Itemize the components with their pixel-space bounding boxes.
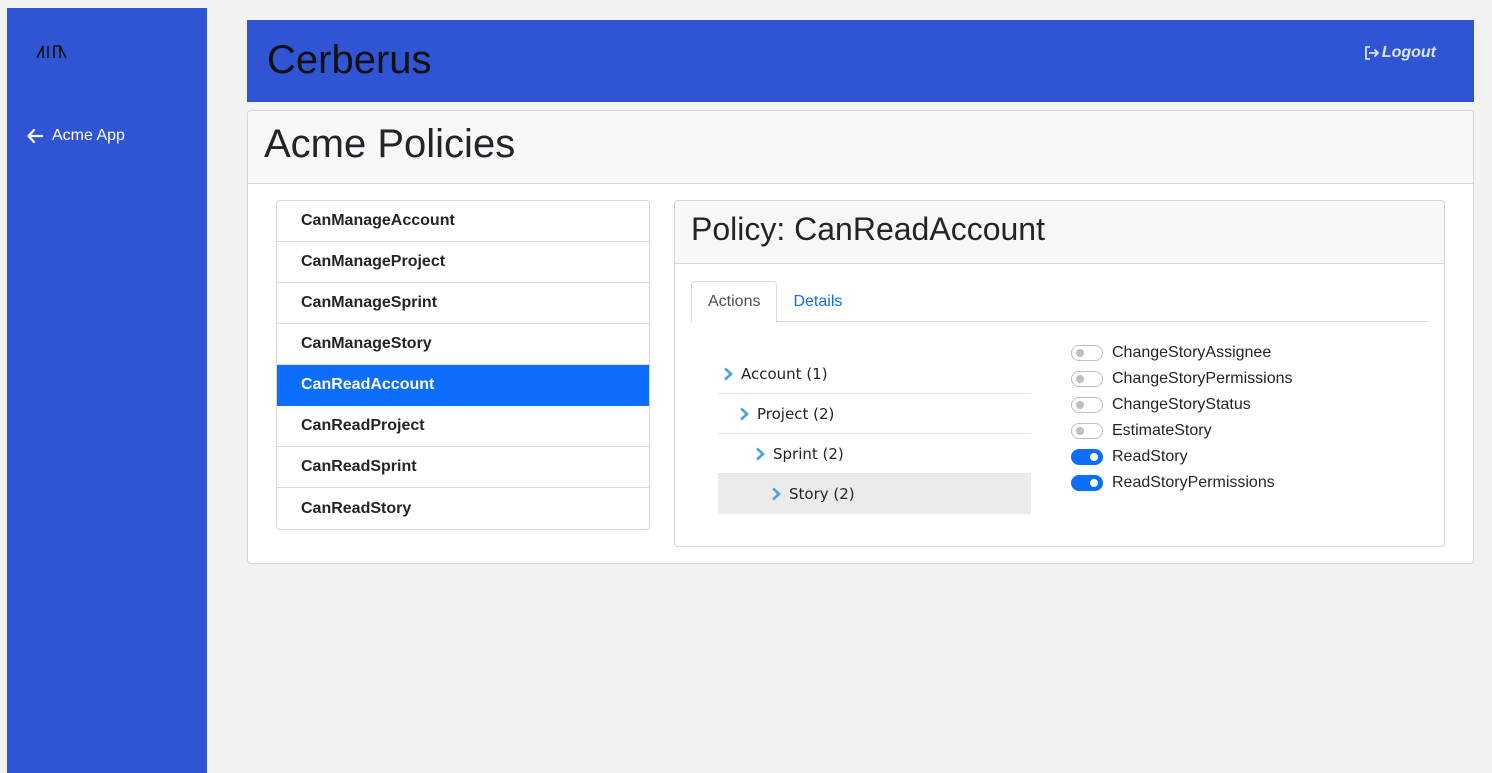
policy-item[interactable]: CanReadProject bbox=[277, 406, 649, 447]
policy-item[interactable]: CanManageAccount bbox=[277, 201, 649, 242]
policy-item[interactable]: CanReadSprint bbox=[277, 447, 649, 488]
action-toggle-switch[interactable] bbox=[1071, 423, 1103, 439]
policy-item-active[interactable]: CanReadAccount bbox=[277, 365, 649, 406]
aiia-logo bbox=[36, 45, 67, 59]
tab-actions[interactable]: Actions bbox=[691, 281, 778, 323]
policies-card-header: Acme Policies bbox=[248, 111, 1473, 184]
action-row: ChangeStoryAssignee bbox=[1071, 340, 1293, 366]
action-label: ReadStory bbox=[1112, 448, 1188, 465]
tree-node-label: Project (2) bbox=[757, 404, 835, 423]
chevron-right-icon bbox=[724, 367, 733, 380]
back-link-label: Acme App bbox=[52, 127, 125, 144]
action-toggle-switch[interactable] bbox=[1071, 475, 1103, 491]
policies-card: Acme Policies CanManageAccount CanManage… bbox=[247, 110, 1474, 564]
page-title: Acme Policies bbox=[264, 122, 516, 166]
resource-tree: Account (1) Project (2) Sprint (2) Story… bbox=[718, 354, 1031, 514]
policy-item[interactable]: CanManageSprint bbox=[277, 283, 649, 324]
chevron-right-icon bbox=[756, 447, 765, 460]
logout-icon bbox=[1364, 46, 1379, 60]
detail-tabs: Actions Details bbox=[691, 281, 1428, 323]
tree-node-account[interactable]: Account (1) bbox=[718, 354, 1031, 394]
tree-node-project[interactable]: Project (2) bbox=[718, 394, 1031, 434]
sidebar: Acme App bbox=[7, 8, 207, 773]
action-label: ChangeStoryAssignee bbox=[1112, 344, 1272, 361]
action-toggle-switch[interactable] bbox=[1071, 449, 1103, 465]
action-row: ChangeStoryStatus bbox=[1071, 392, 1293, 418]
action-row: ReadStoryPermissions bbox=[1071, 470, 1293, 496]
tree-node-label: Story (2) bbox=[789, 485, 855, 503]
action-label: ChangeStoryStatus bbox=[1112, 396, 1251, 413]
action-row: ReadStory bbox=[1071, 444, 1293, 470]
action-label: EstimateStory bbox=[1112, 422, 1212, 439]
action-toggle-switch[interactable] bbox=[1071, 397, 1103, 413]
chevron-right-icon bbox=[772, 487, 781, 501]
logout-button[interactable]: Logout bbox=[1364, 44, 1436, 62]
policy-item[interactable]: CanManageProject bbox=[277, 242, 649, 283]
action-label: ChangeStoryPermissions bbox=[1112, 370, 1293, 387]
action-row: EstimateStory bbox=[1071, 418, 1293, 444]
tree-node-label: Account (1) bbox=[741, 364, 828, 383]
tab-details[interactable]: Details bbox=[777, 281, 858, 322]
policy-detail-title: Policy: CanReadAccount bbox=[691, 211, 1045, 247]
chevron-right-icon bbox=[740, 407, 749, 420]
action-row: ChangeStoryPermissions bbox=[1071, 366, 1293, 392]
arrow-left-icon bbox=[27, 128, 44, 144]
action-toggles: ChangeStoryAssignee ChangeStoryPermissio… bbox=[1071, 340, 1293, 496]
tree-node-label: Sprint (2) bbox=[773, 444, 844, 463]
action-label: ReadStoryPermissions bbox=[1112, 474, 1275, 491]
policy-item[interactable]: CanManageStory bbox=[277, 324, 649, 365]
policy-item[interactable]: CanReadStory bbox=[277, 488, 649, 529]
back-to-app-link[interactable]: Acme App bbox=[26, 127, 125, 145]
tree-node-sprint[interactable]: Sprint (2) bbox=[718, 434, 1031, 474]
policy-detail-header: Policy: CanReadAccount bbox=[675, 201, 1444, 264]
policy-list: CanManageAccount CanManageProject CanMan… bbox=[276, 200, 650, 530]
action-toggle-switch[interactable] bbox=[1071, 345, 1103, 361]
top-header: Cerberus Logout bbox=[247, 20, 1474, 102]
action-toggle-switch[interactable] bbox=[1071, 371, 1103, 387]
policy-detail-card: Policy: CanReadAccount Actions Details A… bbox=[674, 200, 1445, 547]
app-title: Cerberus bbox=[267, 38, 432, 82]
logout-label: Logout bbox=[1381, 44, 1436, 61]
tree-node-story[interactable]: Story (2) bbox=[718, 474, 1031, 514]
